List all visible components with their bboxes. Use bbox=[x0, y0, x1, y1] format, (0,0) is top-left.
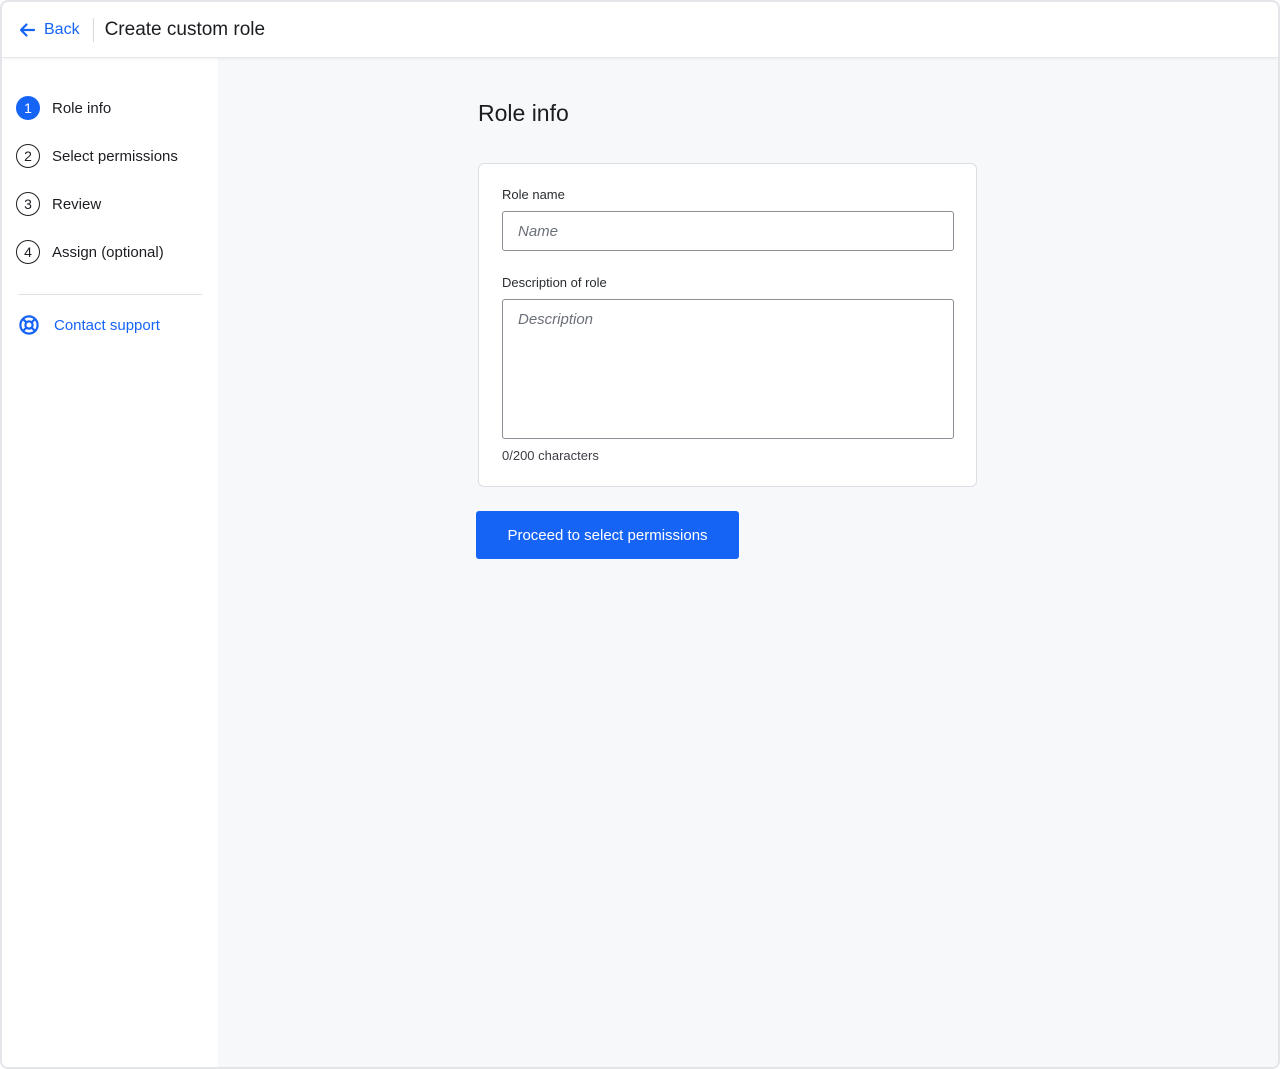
role-name-label: Role name bbox=[502, 187, 565, 202]
step-number: 1 bbox=[16, 96, 40, 120]
page-title: Create custom role bbox=[104, 18, 266, 40]
sidebar-divider bbox=[18, 294, 202, 295]
step-label: Role info bbox=[52, 99, 112, 117]
stepper-sidebar: 1 Role info 2 Select permissions 3 Revie… bbox=[2, 58, 218, 1067]
step-assign[interactable]: 4 Assign (optional) bbox=[2, 228, 218, 276]
description-textarea[interactable] bbox=[502, 299, 954, 439]
arrow-left-icon bbox=[19, 22, 36, 37]
app-window: Back Create custom role 1 Role info 2 Se… bbox=[0, 0, 1280, 1069]
char-count: 0/200 characters bbox=[502, 448, 599, 463]
step-number: 2 bbox=[16, 144, 40, 168]
support-label: Contact support bbox=[54, 316, 160, 334]
step-number: 4 bbox=[16, 240, 40, 264]
back-button[interactable]: Back bbox=[18, 18, 80, 42]
description-label: Description of role bbox=[502, 275, 607, 290]
top-header: Back Create custom role bbox=[2, 2, 1278, 58]
main-content: Role info Role name Description of role … bbox=[218, 58, 1278, 1067]
step-number: 3 bbox=[16, 192, 40, 216]
lifebuoy-icon bbox=[19, 315, 39, 335]
step-role-info[interactable]: 1 Role info bbox=[2, 84, 218, 132]
step-label: Select permissions bbox=[52, 147, 178, 165]
contact-support-link[interactable]: Contact support bbox=[2, 313, 218, 337]
proceed-button[interactable]: Proceed to select permissions bbox=[476, 511, 739, 559]
section-title: Role info bbox=[478, 100, 569, 126]
header-divider bbox=[92, 17, 94, 42]
step-select-permissions[interactable]: 2 Select permissions bbox=[2, 132, 218, 180]
step-review[interactable]: 3 Review bbox=[2, 180, 218, 228]
step-label: Review bbox=[52, 195, 102, 213]
step-label: Assign (optional) bbox=[52, 243, 164, 261]
back-label: Back bbox=[44, 20, 80, 38]
role-info-card: Role name Description of role 0/200 char… bbox=[478, 163, 977, 487]
role-name-input[interactable] bbox=[502, 211, 954, 251]
